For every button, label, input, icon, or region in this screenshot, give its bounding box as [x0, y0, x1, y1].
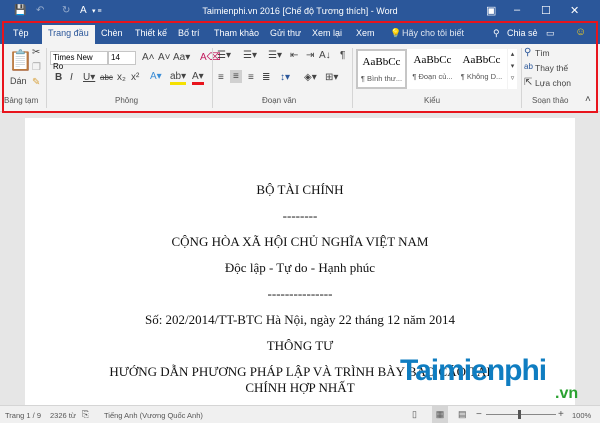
underline-icon[interactable]: U▾	[83, 72, 95, 83]
doc-line: Số: 202/2014/TT-BTC Hà Nội, ngày 22 thán…	[144, 312, 456, 327]
lightbulb-icon: 💡	[390, 28, 402, 38]
text-effects-icon[interactable]: A▾	[150, 71, 162, 82]
highlight-color-icon[interactable]: ab▾	[170, 71, 187, 85]
select-icon[interactable]: ⇱	[524, 77, 532, 88]
share-button[interactable]: Chia sẻ	[507, 28, 538, 38]
paragraph-group-label: Đoạn văn	[262, 96, 297, 105]
increase-indent-icon[interactable]: ⇥	[306, 50, 314, 61]
proofing-icon[interactable]: ⎘	[82, 409, 89, 420]
word-count[interactable]: 2326 từ	[50, 411, 76, 420]
superscript-icon[interactable]: x²	[131, 72, 139, 83]
styles-scroll-icon[interactable]: ▴ ▾ ▿	[508, 49, 517, 89]
doc-line: CỘNG HÒA XÃ HỘI CHỦ NGHĨA VIỆT NAM	[171, 234, 429, 249]
read-mode-icon[interactable]: ▯	[412, 409, 417, 420]
borders-icon[interactable]: ⊞▾	[325, 72, 338, 83]
tab-references[interactable]: Tham khảo	[214, 28, 259, 38]
status-bar: Trang 1 / 9 2326 từ ⎘ Tiếng Anh (Vương Q…	[0, 405, 600, 423]
smiley-feedback-icon[interactable]: ☺	[575, 26, 586, 38]
bullets-icon[interactable]: ☰▾	[217, 50, 231, 61]
sort-icon[interactable]: A↓	[319, 50, 331, 61]
paste-icon[interactable]: 📋	[8, 48, 33, 73]
close-icon[interactable]: ✕	[570, 4, 579, 17]
select-button[interactable]: Lựa chọn	[535, 78, 571, 88]
copy-icon[interactable]: ❐	[32, 62, 41, 73]
minimize-icon[interactable]: –	[514, 4, 520, 16]
change-case-icon[interactable]: Aa▾	[173, 52, 190, 63]
web-layout-icon[interactable]: ▤	[458, 409, 467, 420]
styles-group-label: Kiểu	[424, 96, 441, 105]
clipboard-group-label: Bảng tạm	[4, 96, 39, 105]
bold-icon[interactable]: B	[55, 72, 62, 83]
justify-icon[interactable]: ≣	[262, 72, 270, 83]
grow-font-icon[interactable]: A˄	[142, 52, 155, 63]
person-icon: ⚲	[493, 28, 500, 38]
doc-line: ---------------	[267, 286, 333, 301]
style-normal[interactable]: AaBbCc ¶ Bình thư...	[356, 49, 407, 89]
zoom-slider[interactable]	[486, 414, 556, 415]
numbering-icon[interactable]: ☰▾	[243, 50, 257, 61]
style-no-spacing[interactable]: AaBbCc ¶ Không D...	[456, 49, 507, 89]
doc-line: BỘ TÀI CHÍNH	[256, 182, 344, 197]
tab-view[interactable]: Xem	[356, 28, 375, 38]
maximize-icon[interactable]: ☐	[541, 4, 551, 17]
paste-button[interactable]: Dán	[10, 76, 27, 86]
tab-design[interactable]: Thiết kế	[135, 28, 167, 38]
ribbon: 📋 Dán ✂ ❐ ✎ Bảng tạm Times New Ro 14 A˄ …	[0, 44, 600, 112]
doc-line: THÔNG TƯ	[266, 338, 334, 353]
multilevel-list-icon[interactable]: ☰▾	[268, 50, 282, 61]
align-left-icon[interactable]: ≡	[218, 72, 224, 83]
line-spacing-icon[interactable]: ↕▾	[280, 72, 290, 83]
ribbon-display-icon[interactable]: ▣	[486, 4, 496, 17]
style-list-paragraph[interactable]: AaBbCc ¶ Đoạn củ...	[407, 49, 458, 89]
doc-line: --------	[282, 208, 318, 223]
font-group-label: Phông	[115, 96, 139, 105]
font-name-select[interactable]: Times New Ro	[50, 51, 108, 71]
watermark-logo: Taimienphi	[400, 354, 547, 387]
zoom-level[interactable]: 100%	[572, 411, 591, 420]
cut-icon[interactable]: ✂	[32, 47, 40, 58]
ribbon-tabs: Tệp Trang đầu Chèn Thiết kế Bố trí Tham …	[0, 22, 600, 44]
watermark-logo-suffix: .vn	[555, 385, 579, 402]
tab-mailings[interactable]: Gửi thư	[270, 28, 301, 38]
align-center-icon[interactable]: ≡	[230, 70, 242, 83]
format-painter-icon[interactable]: ✎	[32, 77, 40, 88]
doc-line: Độc lập - Tự do - Hạnh phúc	[224, 260, 376, 275]
italic-icon[interactable]: I	[70, 72, 73, 83]
collapse-ribbon-icon[interactable]: ˄	[585, 94, 591, 105]
strikethrough-icon[interactable]: abc	[100, 73, 113, 82]
font-color-icon[interactable]: A▾	[192, 71, 204, 85]
editing-group-label: Soạn thảo	[532, 96, 569, 105]
tab-home[interactable]: Trang đầu	[42, 25, 95, 44]
language[interactable]: Tiếng Anh (Vương Quốc Anh)	[104, 411, 203, 420]
show-formatting-icon[interactable]: ¶	[340, 50, 345, 61]
tab-file[interactable]: Tệp	[13, 28, 29, 38]
zoom-slider-thumb[interactable]	[518, 410, 521, 419]
font-size-select[interactable]: 14	[108, 51, 136, 65]
zoom-out-icon[interactable]: −	[476, 409, 482, 420]
shading-icon[interactable]: ◈▾	[304, 72, 317, 83]
tab-review[interactable]: Xem lại	[312, 28, 342, 38]
zoom-in-icon[interactable]: +	[558, 409, 564, 420]
find-icon[interactable]: ⚲	[524, 47, 531, 58]
subscript-icon[interactable]: x₂	[117, 72, 126, 83]
page-count[interactable]: Trang 1 / 9	[5, 411, 41, 420]
find-button[interactable]: Tìm	[535, 48, 550, 58]
tell-me-input[interactable]: Hãy cho tôi biết	[402, 28, 464, 38]
shrink-font-icon[interactable]: A˅	[158, 52, 171, 63]
align-right-icon[interactable]: ≡	[248, 72, 254, 83]
tab-layout[interactable]: Bố trí	[178, 28, 200, 38]
comments-icon[interactable]: ▭	[546, 28, 555, 39]
title-bar: 💾 ↶ ↻ A ▾ ≡ Taimienphi.vn 2016 [Chế độ T…	[0, 0, 600, 22]
vertical-scrollbar[interactable]	[588, 115, 600, 405]
replace-button[interactable]: Thay thế	[535, 63, 568, 73]
decrease-indent-icon[interactable]: ⇤	[290, 50, 298, 61]
window-title: Taimienphi.vn 2016 [Chế độ Tương thích] …	[202, 6, 398, 16]
print-layout-icon[interactable]: ▦	[432, 406, 448, 423]
tab-insert[interactable]: Chèn	[101, 28, 123, 38]
replace-icon[interactable]: ab	[524, 62, 533, 71]
